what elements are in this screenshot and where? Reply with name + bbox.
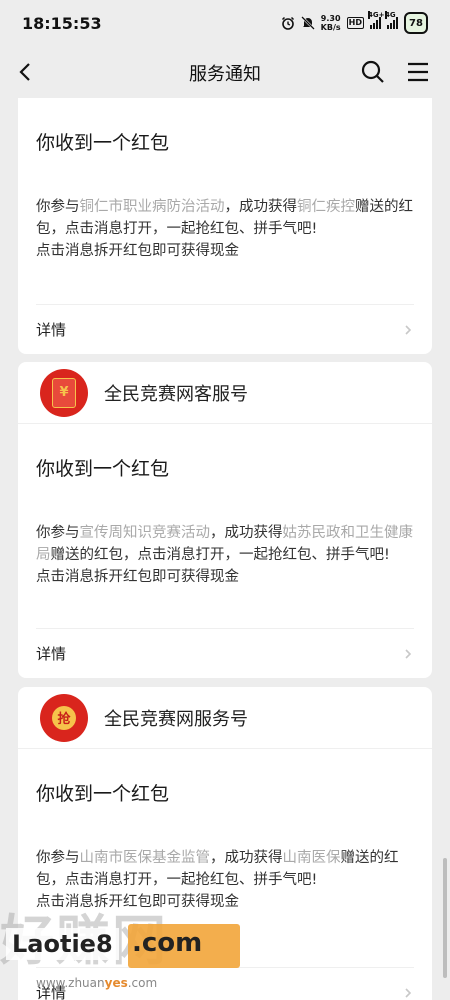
battery-icon: 78 (404, 12, 428, 34)
scrollbar[interactable] (443, 858, 447, 978)
red-packet-avatar-icon: ¥ (40, 368, 88, 417)
red-packet-envelope: ¥ (52, 377, 76, 408)
card-body: 你参与山南市医保基金监管，成功获得山南医保赠送的红包，点击消息打开，一起抢红包、… (18, 847, 432, 913)
alarm-icon (281, 16, 295, 30)
details-label: 详情 (36, 321, 67, 339)
mute-icon (300, 16, 315, 30)
body-text: ，成功获得 (210, 850, 283, 866)
signal-label: 4G+ (368, 11, 385, 19)
card-title: 你收到一个红包 (36, 132, 170, 154)
card-header: 抢 全民竞赛网服务号 (18, 687, 432, 749)
details-row[interactable]: 详情 (36, 304, 414, 354)
card-sender: 全民竞赛网客服号 (104, 383, 248, 405)
details-label: 详情 (36, 984, 67, 1000)
activity-link: 铜仁市职业病防治活动 (79, 199, 225, 215)
net-speed-unit: KB/s (320, 23, 341, 32)
nav-bar: 服务通知 (0, 46, 450, 98)
card-body: 你参与铜仁市职业病防治活动，成功获得铜仁疾控赠送的红包，点击消息打开，一起抢红包… (18, 196, 432, 262)
status-bar: 18:15:53 9.30 KB/s HD 4G+ 4G 78 (0, 0, 450, 46)
chevron-right-icon (405, 324, 412, 335)
menu-icon[interactable] (406, 60, 430, 84)
net-speed-value: 9.30 (320, 14, 341, 23)
signal-label: 4G (385, 11, 396, 19)
body-text: 你参与 (36, 850, 80, 866)
body-hint: 点击消息拆开红包即可获得现金 (36, 243, 239, 259)
org-link: 山南医保 (282, 850, 341, 866)
activity-link: 山南市医保基金监管 (79, 850, 211, 866)
body-text: 你参与 (36, 525, 80, 541)
activity-link: 宣传周知识竞赛活动 (79, 525, 211, 541)
status-icons: 9.30 KB/s HD 4G+ 4G 78 (281, 11, 428, 34)
battery-level: 78 (409, 17, 423, 29)
details-row[interactable]: 详情 (36, 967, 414, 1000)
notification-feed[interactable]: 你收到一个红包 你参与铜仁市职业病防治活动，成功获得铜仁疾控赠送的红包，点击消息… (0, 98, 450, 1000)
red-packet-avatar-icon: 抢 (40, 693, 88, 742)
body-hint: 点击消息拆开红包即可获得现金 (36, 569, 239, 585)
details-row[interactable]: 详情 (36, 628, 414, 678)
chevron-right-icon (405, 648, 412, 659)
search-icon[interactable] (360, 59, 386, 85)
hd-badge: HD (346, 17, 364, 29)
body-hint: 点击消息拆开红包即可获得现金 (36, 894, 239, 910)
body-text: ，成功获得 (210, 525, 283, 541)
card-body: 你参与宣传周知识竞赛活动，成功获得姑苏民政和卫生健康局赠送的红包，点击消息打开，… (18, 522, 432, 588)
notification-card[interactable]: 你收到一个红包 你参与铜仁市职业病防治活动，成功获得铜仁疾控赠送的红包，点击消息… (18, 98, 432, 354)
chevron-right-icon (405, 987, 412, 998)
status-time: 18:15:53 (22, 13, 102, 33)
net-speed: 9.30 KB/s (321, 14, 341, 32)
card-title: 你收到一个红包 (36, 458, 170, 480)
signal-4g-icon: 4G (385, 11, 398, 29)
body-text: ，成功获得 (224, 199, 298, 215)
card-title: 你收到一个红包 (36, 783, 170, 805)
org-link: 铜仁疾控 (297, 199, 355, 215)
notification-card[interactable]: ¥ 全民竞赛网客服号 你收到一个红包 你参与宣传周知识竞赛活动，成功获得姑苏民政… (18, 362, 432, 678)
signal-4g-plus-icon: 4G+ (368, 11, 384, 29)
body-text: 你参与 (36, 199, 80, 215)
notification-card[interactable]: 抢 全民竞赛网服务号 你收到一个红包 你参与山南市医保基金监管，成功获得山南医保… (18, 687, 432, 1000)
card-sender: 全民竞赛网服务号 (104, 708, 248, 730)
grab-coin-icon: 抢 (52, 705, 76, 730)
card-header: ¥ 全民竞赛网客服号 (18, 362, 432, 424)
details-label: 详情 (36, 645, 67, 663)
body-text: 赠送的红包，点击消息打开，一起抢红包、拼手气吧! (50, 547, 390, 563)
